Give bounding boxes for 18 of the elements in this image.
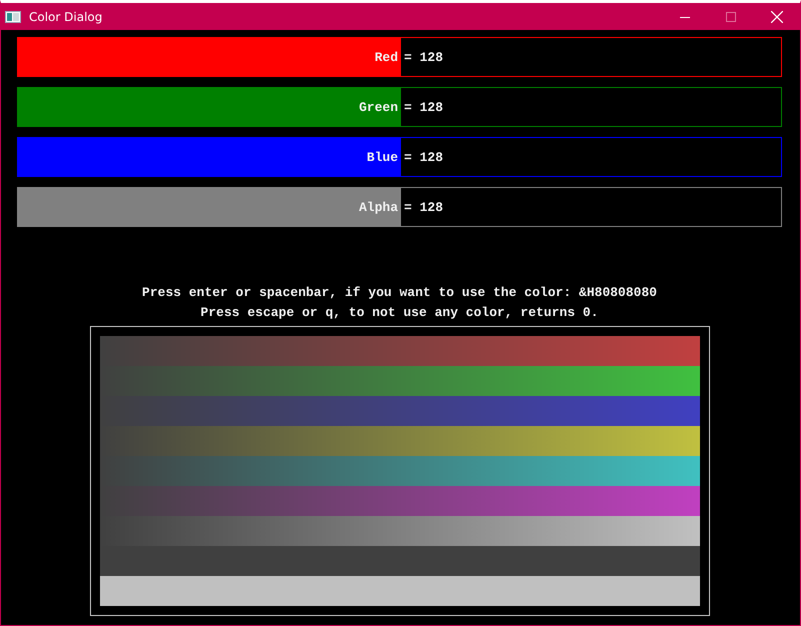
slider-value: = 128 [403,200,444,214]
maximize-icon [726,12,736,22]
instruction-text: Press enter or spacenbar, if you want to use the color: &H80808080 [142,285,657,301]
instruction-text: Press escape or q, to not use any color, returns 0. [200,305,598,321]
slider-label: Green [359,100,400,114]
slider-track[interactable]: Alpha = 128 [17,187,782,227]
slider-label: Alpha [359,200,400,214]
slider-value: = 128 [403,100,444,114]
slider-value: = 128 [403,150,444,164]
window-icon [5,10,21,22]
window-title: Color Dialog [29,10,102,24]
slider-track[interactable]: Blue = 128 [17,137,782,177]
slider-label: Blue [366,150,400,164]
slider-track[interactable]: Red = 128 [17,37,782,77]
slider-track[interactable]: Green = 128 [17,87,782,127]
slider-label: Red [374,50,400,64]
slider-value: = 128 [403,50,444,64]
close-icon [771,10,783,22]
